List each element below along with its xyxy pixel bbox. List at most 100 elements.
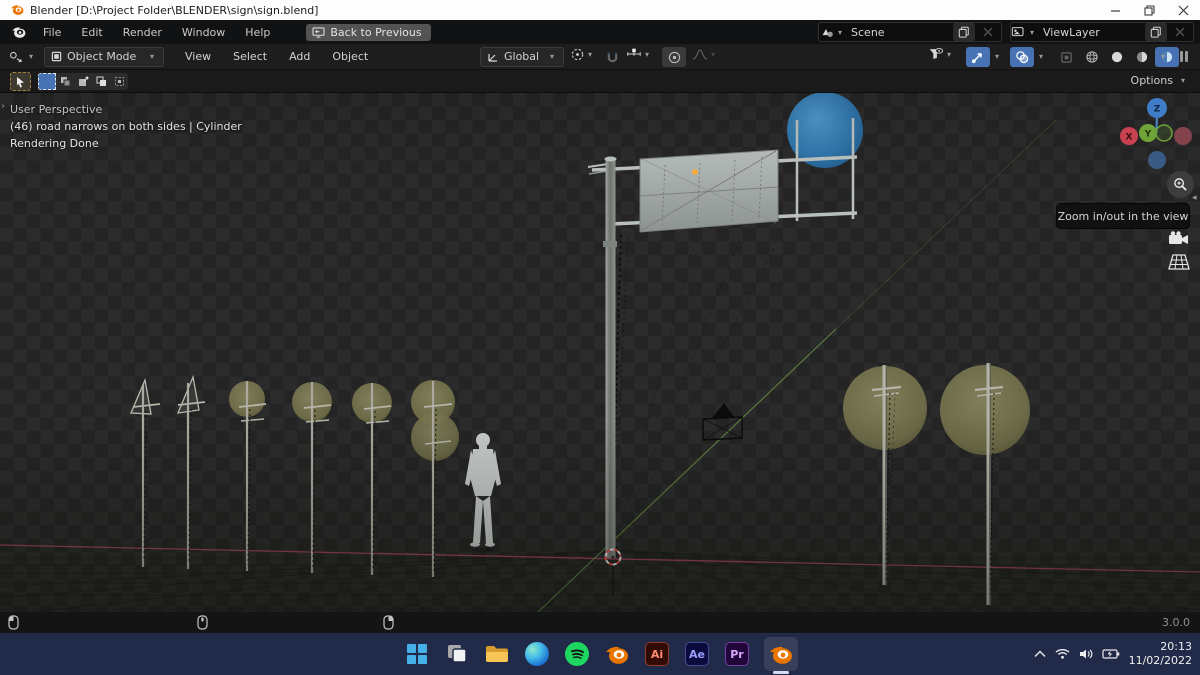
left-mouse-icon [8,615,19,630]
pivot-icon [571,48,584,61]
menu-edit[interactable]: Edit [71,20,112,44]
snap-target-dropdown[interactable]: ▾ [626,47,652,61]
chevron-down-icon[interactable]: ▾ [1036,52,1046,61]
file-explorer-button[interactable] [484,641,510,667]
select-mode-invert[interactable] [92,73,110,90]
remove-viewlayer-button[interactable] [1169,23,1191,41]
pivot-point-dropdown[interactable]: ▾ [570,47,595,62]
menu-view[interactable]: View [174,50,222,63]
tooltip: Zoom in/out in the view [1056,203,1190,229]
back-to-previous-button[interactable]: Back to Previous [306,23,431,41]
menu-window[interactable]: Window [172,20,235,44]
subtract-icon [78,76,89,86]
illustrator-badge: Ai [650,647,664,661]
render-status-label: Rendering Done [10,137,99,150]
editor-type-button[interactable]: ▾ [8,50,36,64]
mode-dropdown[interactable]: Object Mode ▾ [44,46,165,67]
tray-chevron-icon[interactable] [1034,650,1046,658]
overlays-icon [1016,51,1029,64]
scene-selector[interactable]: ▾ Scene [818,22,1002,42]
sidebar-toggle-arrow-left[interactable]: › [1,101,5,112]
camera-object[interactable] [702,403,743,441]
clock[interactable]: 20:13 11/02/2022 [1129,640,1192,669]
menu-file[interactable]: File [33,20,71,44]
after-effects-button[interactable]: Ae [684,641,710,667]
chevron-down-icon: ▾ [838,27,843,37]
task-view-button[interactable] [444,641,470,667]
chevron-down-icon: ▾ [150,52,155,61]
wifi-icon[interactable] [1055,648,1070,660]
filter-eye-icon [929,48,944,59]
menu-select[interactable]: Select [222,50,278,63]
magnifier-plus-icon [1174,178,1187,191]
mode-label: Object Mode [67,50,137,63]
blender-version-label: 3.0.0 [1162,616,1190,629]
new-scene-button[interactable] [953,23,975,41]
falloff-curve-icon [692,49,708,60]
viewlayer-name: ViewLayer [1043,25,1100,39]
select-mode-intersect[interactable] [110,73,128,90]
shading-solid-button[interactable] [1105,47,1129,67]
minimize-button[interactable] [1098,0,1132,20]
menu-render[interactable]: Render [113,20,172,44]
new-viewlayer-button[interactable] [1145,23,1167,41]
active-object-label: (46) road narrows on both sides | Cylind… [10,120,242,133]
header-handle-icon[interactable] [1178,50,1190,63]
edge-button[interactable] [524,641,550,667]
viewport-3d[interactable]: User Perspective (46) road narrows on bo… [0,93,1200,612]
xray-toggle[interactable] [1054,47,1078,67]
shading-wireframe-button[interactable] [1080,47,1104,67]
orientation-dropdown[interactable]: Global ▾ [480,46,564,67]
overhead-sign-gantry[interactable] [587,93,863,558]
options-dropdown[interactable]: Options ▾ [1131,74,1188,87]
unlink-scene-button[interactable] [977,23,999,41]
battery-icon[interactable] [1101,648,1120,660]
viewlayer-icon [1011,26,1024,36]
falloff-dropdown[interactable]: ▾ [692,48,718,61]
chevron-down-icon: ▾ [1030,27,1035,37]
chevron-down-icon: ▾ [947,49,952,59]
system-tray: 20:13 11/02/2022 [1034,633,1192,675]
sidebar-toggle-arrow-right[interactable]: ◂ [1192,193,1197,203]
object-visibility-dropdown[interactable]: ▾ [928,47,954,61]
human-figure [465,433,501,553]
blender-active-window-button[interactable] [764,637,798,674]
blender-pinned-button[interactable] [604,641,630,667]
gizmos-toggle[interactable] [966,47,990,67]
snap-toggle[interactable] [600,47,624,67]
select-mode-group [38,73,128,90]
overlays-toggle[interactable] [1010,47,1034,67]
view-name-label: User Perspective [10,103,103,116]
shading-material-button[interactable] [1130,47,1154,67]
blender-icon [606,646,628,664]
restore-button[interactable] [1132,0,1166,20]
chevron-down-icon: ▾ [549,52,554,61]
restore-icon [1143,4,1155,16]
chevron-down-icon[interactable]: ▾ [992,52,1002,61]
chevron-down-icon: ▾ [1180,76,1185,85]
perspective-toggle-button[interactable] [1168,254,1190,273]
volume-icon[interactable] [1079,648,1093,660]
menu-object[interactable]: Object [321,50,379,63]
editor-3dview-icon [10,51,22,62]
select-mode-extend[interactable] [56,73,74,90]
active-tool-select-box[interactable] [10,72,31,91]
close-button[interactable] [1166,0,1200,20]
chevron-down-icon[interactable]: ▾ [1158,52,1168,61]
illustrator-button[interactable]: Ai [644,641,670,667]
scene-icon [822,28,833,37]
menu-add[interactable]: Add [278,50,321,63]
proportional-editing-toggle[interactable] [662,47,686,67]
navigation-gizmo[interactable]: Z X Y [1120,98,1192,170]
spotify-button[interactable] [564,641,590,667]
select-mode-new[interactable] [38,73,56,90]
menu-help[interactable]: Help [235,20,280,44]
blender-app-icon[interactable] [10,25,27,40]
start-button[interactable] [404,641,430,667]
camera-view-button[interactable] [1168,231,1190,249]
viewlayer-selector[interactable]: ▾ ViewLayer [1010,22,1194,42]
premiere-button[interactable]: Pr [724,641,750,667]
zoom-view-button[interactable] [1167,171,1194,198]
select-mode-subtract[interactable] [74,73,92,90]
floor-grid [0,549,1200,612]
